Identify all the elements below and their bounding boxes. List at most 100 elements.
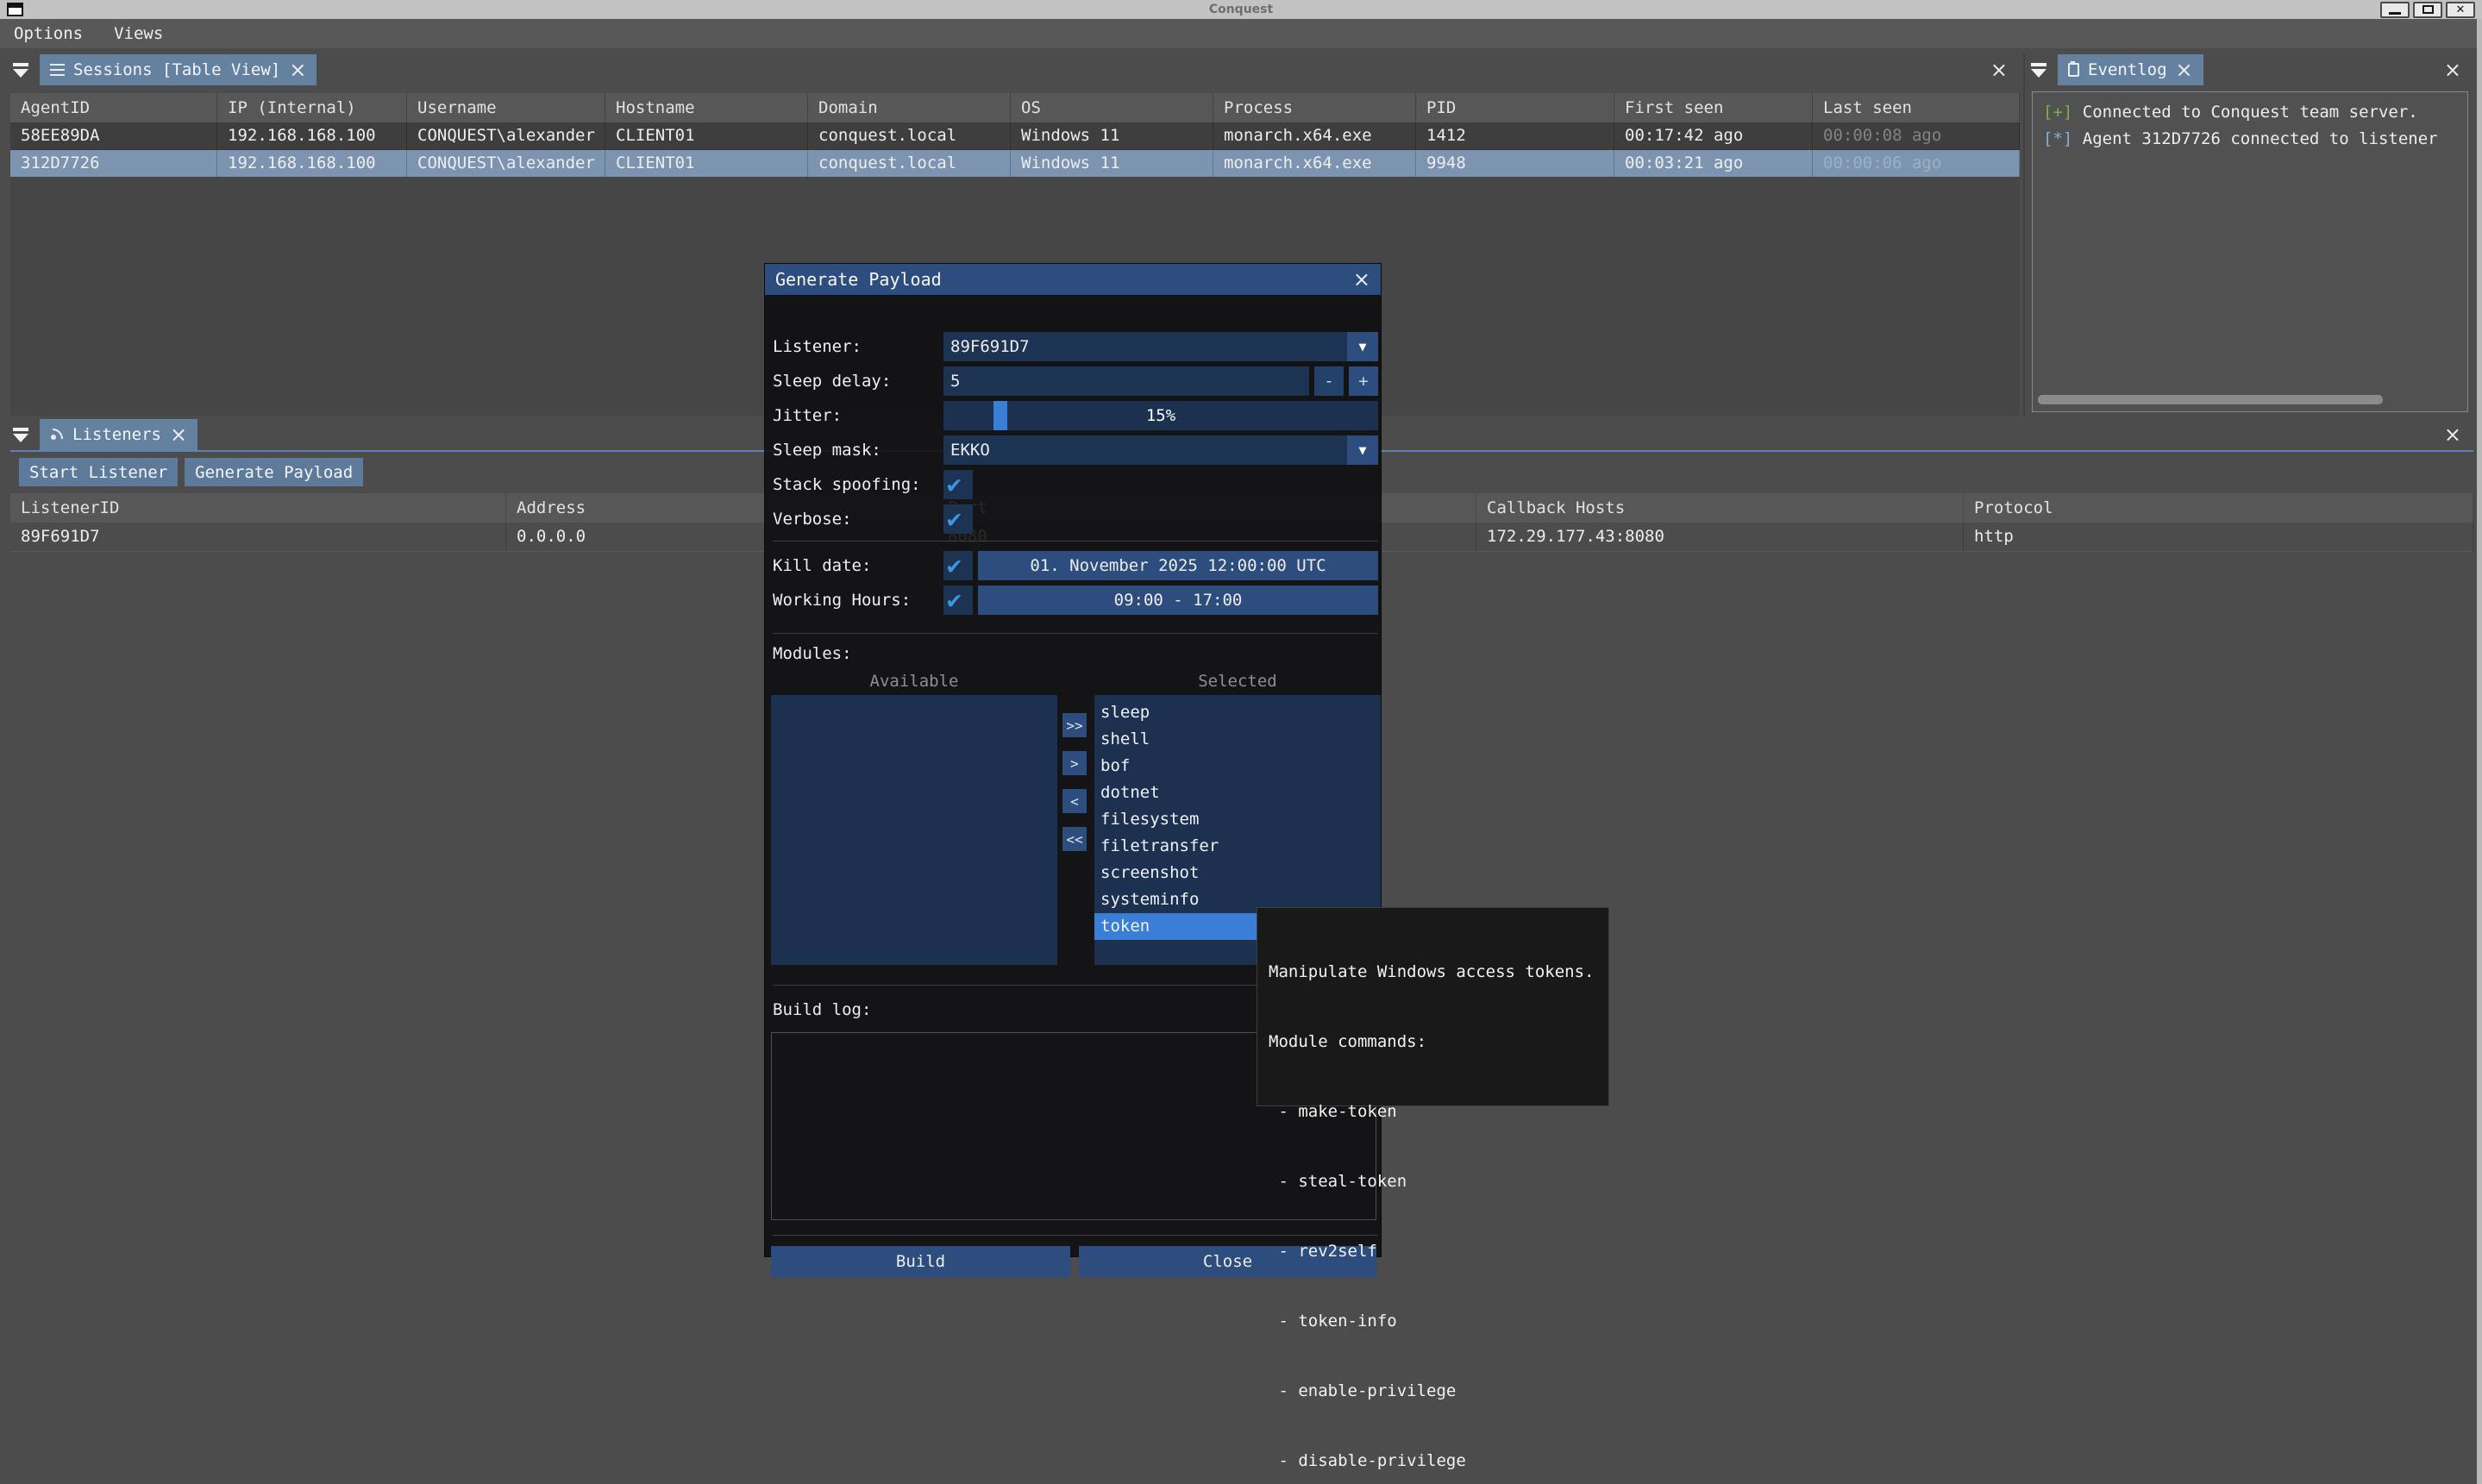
- start-listener-button[interactable]: Start Listener: [19, 458, 178, 486]
- module-item[interactable]: bof: [1094, 753, 1381, 780]
- tab-close-icon[interactable]: ×: [289, 59, 306, 80]
- separator: [773, 541, 1378, 542]
- module-item[interactable]: dotnet: [1094, 780, 1381, 806]
- menu-item-options[interactable]: Options: [14, 24, 83, 43]
- column-header[interactable]: IP (Internal): [217, 93, 407, 122]
- tab-sessions[interactable]: Sessions [Table View] ×: [40, 54, 317, 85]
- cell-callback-hosts: 172.29.177.43:8080: [1476, 523, 1964, 552]
- working-hours-checkbox[interactable]: [943, 585, 973, 615]
- build-log-label: Build log:: [773, 1000, 871, 1019]
- cell-ip: 192.168.168.100: [217, 150, 407, 177]
- sleep-delay-increment-button[interactable]: +: [1349, 366, 1378, 396]
- cell-listenerid: 89F691D7: [10, 523, 506, 552]
- chevron-down-icon[interactable]: ▼: [1347, 332, 1378, 361]
- verbose-checkbox[interactable]: [943, 504, 973, 534]
- column-header[interactable]: ListenerID: [10, 493, 506, 523]
- jitter-slider[interactable]: 15%: [943, 401, 1378, 430]
- kill-date-checkbox[interactable]: [943, 551, 973, 580]
- horizontal-scrollbar[interactable]: [2038, 395, 2383, 404]
- listeners-dock-close-icon[interactable]: ×: [2444, 424, 2461, 445]
- tooltip-line: - rev2self: [1269, 1240, 1608, 1263]
- menu-bar: Options Views: [0, 19, 2477, 48]
- sleep-delay-input[interactable]: 5: [943, 366, 1309, 396]
- tab-close-icon[interactable]: ×: [170, 424, 187, 445]
- move-all-left-button[interactable]: <<: [1062, 827, 1087, 851]
- eventlog-panel: Eventlog × × [+] Connected to Conquest t…: [2028, 53, 2473, 416]
- jitter-slider-handle[interactable]: [993, 401, 1007, 430]
- cell-username: CONQUEST\alexander: [407, 122, 605, 149]
- dock-menu-icon[interactable]: [2028, 63, 2049, 78]
- module-item[interactable]: shell: [1094, 726, 1381, 753]
- dock-menu-icon[interactable]: [10, 63, 31, 78]
- module-item[interactable]: sleep: [1094, 699, 1381, 726]
- session-row-selected[interactable]: 312D7726 192.168.168.100 CONQUEST\alexan…: [10, 150, 2020, 177]
- move-all-right-button[interactable]: >>: [1062, 713, 1087, 737]
- move-one-left-button[interactable]: <: [1062, 789, 1087, 813]
- move-one-right-button[interactable]: >: [1062, 751, 1087, 775]
- cell-domain: conquest.local: [808, 122, 1011, 149]
- session-row[interactable]: 58EE89DA 192.168.168.100 CONQUEST\alexan…: [10, 122, 2020, 150]
- tab-sessions-label: Sessions [Table View]: [73, 60, 280, 79]
- column-header[interactable]: Domain: [808, 93, 1011, 122]
- tab-close-icon[interactable]: ×: [2176, 59, 2193, 80]
- sleep-mask-value: EKKO: [943, 441, 1347, 460]
- available-modules-list[interactable]: [771, 695, 1057, 965]
- tooltip-line: Manipulate Windows access tokens.: [1269, 961, 1608, 984]
- column-header[interactable]: Callback Hosts: [1476, 493, 1964, 523]
- tab-eventlog[interactable]: Eventlog ×: [2058, 54, 2203, 85]
- dialog-titlebar[interactable]: Generate Payload ×: [765, 264, 1381, 295]
- cell-hostname: CLIENT01: [605, 150, 808, 177]
- column-header[interactable]: Protocol: [1964, 493, 2473, 523]
- build-button[interactable]: Build: [771, 1246, 1070, 1277]
- cell-process: monarch.x64.exe: [1213, 150, 1416, 177]
- dock-menu-icon[interactable]: [10, 428, 31, 442]
- sleep-mask-label: Sleep mask:: [773, 441, 943, 460]
- titlebar: Conquest: [0, 0, 2482, 19]
- clipboard-icon: [2068, 63, 2079, 77]
- cell-last-seen: 00:00:08 ago: [1813, 122, 2020, 149]
- column-header[interactable]: PID: [1416, 93, 1614, 122]
- eventlog-dock-close-icon[interactable]: ×: [2444, 59, 2461, 80]
- sessions-dock-header: Sessions [Table View] × ×: [10, 53, 2020, 86]
- cell-hostname: CLIENT01: [605, 122, 808, 149]
- column-header[interactable]: OS: [1011, 93, 1213, 122]
- column-header[interactable]: Username: [407, 93, 605, 122]
- verbose-label: Verbose:: [773, 510, 943, 529]
- window-right-frame: [2477, 19, 2482, 1484]
- tab-listeners[interactable]: Listeners ×: [40, 419, 197, 450]
- eventlog-entry: [*] Agent 312D7726 connected to listener: [2043, 126, 2467, 153]
- cell-first-seen: 00:03:21 ago: [1614, 150, 1813, 177]
- sleep-delay-decrement-button[interactable]: -: [1314, 366, 1344, 396]
- stack-spoofing-checkbox[interactable]: [943, 470, 973, 499]
- cell-last-seen: 00:00:06 ago: [1813, 150, 2020, 177]
- eventlog-text: Agent 312D7726 connected to listener: [2083, 129, 2438, 148]
- column-header[interactable]: Last seen: [1813, 93, 2020, 122]
- kill-date-picker[interactable]: 01. November 2025 12:00:00 UTC: [978, 551, 1378, 580]
- module-tooltip: Manipulate Windows access tokens. Module…: [1257, 907, 1609, 1106]
- sleep-mask-select[interactable]: EKKO ▼: [943, 435, 1378, 465]
- menu-item-views[interactable]: Views: [114, 24, 163, 43]
- column-header[interactable]: Process: [1213, 93, 1416, 122]
- listener-value: 89F691D7: [943, 337, 1347, 356]
- module-item[interactable]: screenshot: [1094, 860, 1381, 886]
- working-hours-picker[interactable]: 09:00 - 17:00: [978, 585, 1378, 615]
- sessions-dock-close-icon[interactable]: ×: [1990, 59, 2008, 80]
- module-item[interactable]: filetransfer: [1094, 833, 1381, 860]
- column-header[interactable]: AgentID: [10, 93, 217, 122]
- module-item[interactable]: filesystem: [1094, 806, 1381, 833]
- selected-header: Selected: [1094, 672, 1381, 691]
- column-header[interactable]: Hostname: [605, 93, 808, 122]
- sleep-delay-label: Sleep delay:: [773, 372, 943, 391]
- window-title: Conquest: [0, 3, 2482, 16]
- listener-select[interactable]: 89F691D7 ▼: [943, 332, 1378, 361]
- cell-ip: 192.168.168.100: [217, 122, 407, 149]
- dialog-close-icon[interactable]: ×: [1353, 269, 1370, 290]
- tooltip-line: Module commands:: [1269, 1030, 1608, 1054]
- cell-agentid: 58EE89DA: [10, 122, 217, 149]
- signal-icon: [50, 428, 64, 441]
- column-header[interactable]: First seen: [1614, 93, 1813, 122]
- cell-process: monarch.x64.exe: [1213, 122, 1416, 149]
- jitter-label: Jitter:: [773, 406, 943, 425]
- chevron-down-icon[interactable]: ▼: [1347, 435, 1378, 465]
- generate-payload-button[interactable]: Generate Payload: [185, 458, 363, 486]
